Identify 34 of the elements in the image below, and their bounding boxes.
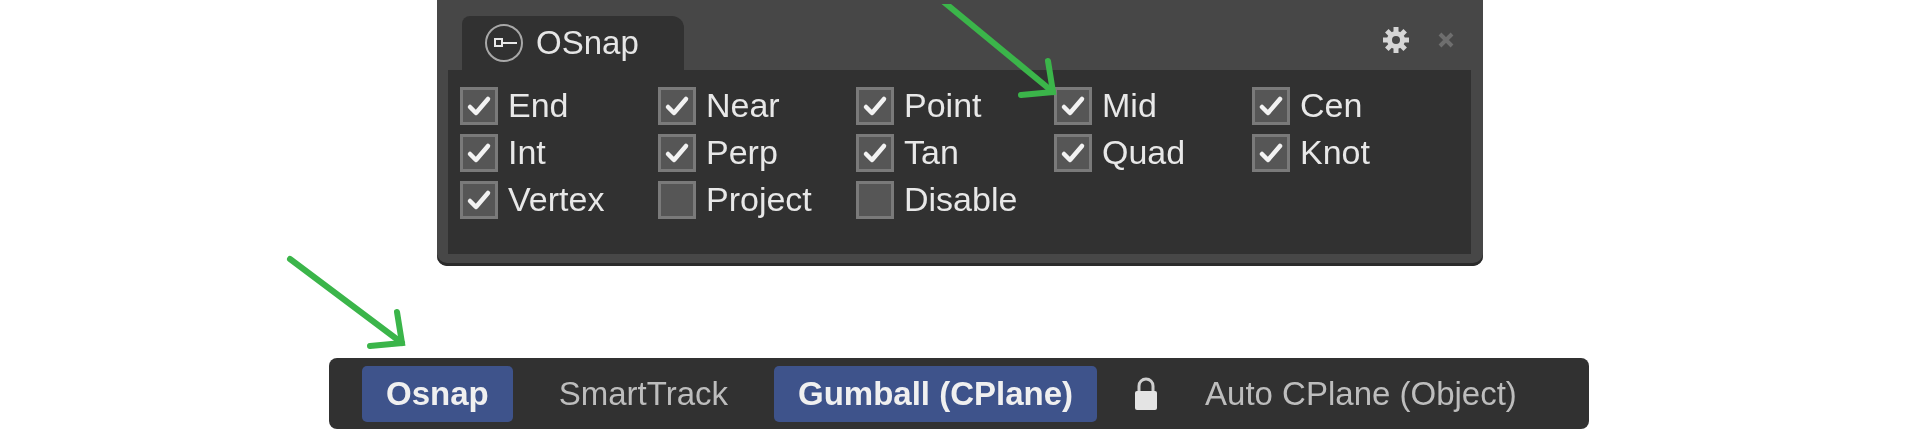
option-label: Tan xyxy=(904,133,959,172)
checkbox[interactable] xyxy=(658,86,696,125)
option-label: Cen xyxy=(1300,86,1363,125)
status-toggle[interactable]: Auto CPlane (Object) xyxy=(1181,365,1541,422)
status-toggle[interactable]: Osnap xyxy=(362,365,513,422)
lock-icon[interactable] xyxy=(1133,375,1160,412)
option-label: Near xyxy=(706,86,780,125)
checkbox[interactable] xyxy=(460,133,498,172)
checkbox[interactable] xyxy=(856,133,894,172)
checkbox[interactable] xyxy=(1252,133,1290,172)
option-label: Vertex xyxy=(508,180,605,219)
option-label: Int xyxy=(508,133,546,172)
status-toggle[interactable]: SmartTrack xyxy=(534,365,752,422)
option-label: Mid xyxy=(1102,86,1157,125)
status-toggle[interactable]: Gumball (CPlane) xyxy=(774,365,1098,422)
option-label: Point xyxy=(904,86,982,125)
checkbox[interactable] xyxy=(460,180,498,219)
checkbox[interactable] xyxy=(1252,86,1290,125)
checkbox[interactable] xyxy=(658,180,696,219)
option-label: Quad xyxy=(1102,133,1186,172)
checkbox[interactable] xyxy=(1054,133,1092,172)
checkbox[interactable] xyxy=(1054,86,1092,125)
checkbox[interactable] xyxy=(658,133,696,172)
snap-icon xyxy=(484,23,524,63)
option-label: Knot xyxy=(1300,133,1370,172)
option-label: Project xyxy=(706,180,812,219)
checkbox[interactable] xyxy=(460,86,498,125)
option-label: End xyxy=(508,86,569,125)
option-label: Perp xyxy=(706,133,778,172)
settings-icon[interactable] xyxy=(1381,25,1411,55)
checkbox[interactable] xyxy=(856,180,894,219)
panel-tab[interactable]: OSnap xyxy=(462,16,684,70)
checkbox[interactable] xyxy=(856,86,894,125)
option-label: Disable xyxy=(904,180,1018,219)
